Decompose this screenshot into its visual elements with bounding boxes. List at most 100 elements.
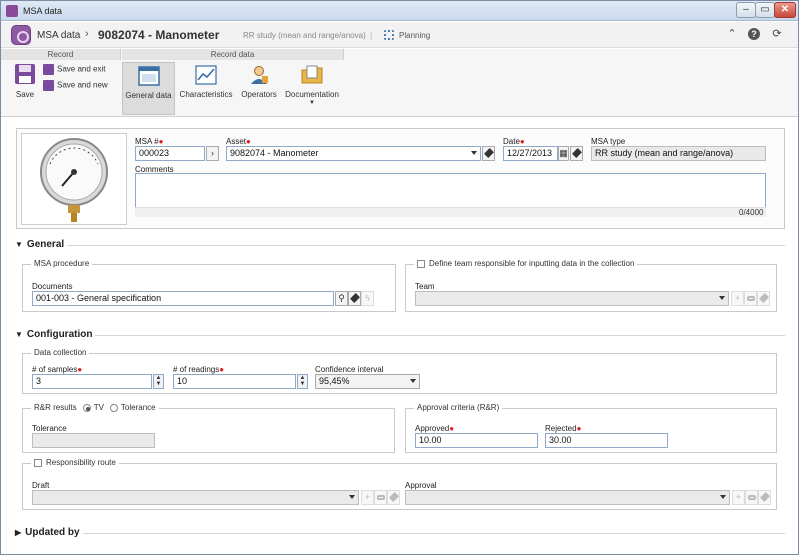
team-view-button[interactable] [744, 291, 757, 306]
asset-edit-button[interactable] [482, 146, 495, 161]
expand-down-icon: ▼ [15, 330, 23, 339]
asset-photo [21, 133, 127, 225]
general-divider [67, 245, 785, 246]
draft-add-button[interactable]: + [361, 490, 374, 505]
tab-documentation[interactable]: Documentation ▼ [284, 65, 340, 117]
maximize-button[interactable]: ▭ [755, 2, 775, 18]
rr-results-group: R&R results TV Tolerance Tolerance [22, 403, 395, 453]
required-icon: ● [219, 365, 225, 374]
documents-action-button[interactable]: ϟ [361, 291, 374, 306]
configuration-section-header[interactable]: ▼ Configuration [15, 329, 92, 340]
rejected-label: Rejected● [545, 424, 581, 433]
responsibility-route-checkbox[interactable] [34, 458, 42, 467]
save-and-new-button[interactable]: Save and new [43, 80, 108, 91]
confidence-interval-select[interactable]: 95,45% [315, 374, 420, 389]
asset-label-text: Asset [226, 137, 247, 146]
breadcrumb-module[interactable]: MSA data [37, 30, 80, 41]
breadcrumb-separator-icon: › [85, 28, 89, 40]
next-number-button[interactable]: › [206, 146, 219, 161]
msa-procedure-group: MSA procedure Documents 001-003 - Genera… [22, 259, 396, 312]
save-and-exit-button[interactable]: Save and exit [43, 64, 105, 75]
team-label: Team [415, 282, 435, 291]
confidence-interval-label: Confidence interval [315, 365, 384, 374]
tab-operators[interactable]: Operators [238, 65, 280, 115]
approval-select[interactable] [405, 490, 730, 505]
expand-right-icon: ▶ [15, 528, 22, 537]
readings-stepper[interactable]: ▲ ▼ [297, 374, 308, 389]
close-button[interactable]: ✕ [774, 2, 796, 18]
draft-select[interactable] [32, 490, 359, 505]
refresh-icon[interactable]: ⟳ [770, 27, 784, 41]
draft-clear-button[interactable] [387, 490, 400, 505]
updated-by-section-header[interactable]: ▶ Updated by [15, 527, 80, 538]
window-title: MSA data [23, 6, 63, 16]
brush-icon [349, 293, 360, 303]
decrement-icon[interactable]: ▼ [298, 381, 307, 387]
save-button[interactable]: Save [7, 63, 43, 113]
rr-results-label: R&R results [34, 403, 77, 412]
team-add-button[interactable]: + [731, 291, 744, 306]
samples-field[interactable]: 3 [32, 374, 152, 389]
readings-field[interactable]: 10 [173, 374, 296, 389]
samples-label-text: # of samples [32, 365, 78, 374]
approval-clear-button[interactable] [758, 490, 771, 505]
decrement-icon[interactable]: ▼ [154, 381, 163, 387]
msa-data-window: MSA data – ▭ ✕ MSA data › 9082074 - Mano… [0, 0, 799, 555]
tab-characteristics[interactable]: Characteristics [178, 65, 234, 115]
window-titlebar: MSA data – ▭ ✕ [1, 1, 798, 21]
general-section-header[interactable]: ▼ General [15, 239, 64, 250]
minimize-button[interactable]: – [736, 2, 756, 18]
documents-field[interactable]: 001-003 - General specification [32, 291, 334, 306]
msa-type-field: RR study (mean and range/anova) [591, 146, 766, 161]
chevron-down-icon [471, 151, 477, 155]
save-and-new-label: Save and new [57, 80, 108, 90]
tv-option-label[interactable]: TV [94, 403, 104, 412]
approval-view-button[interactable] [745, 490, 758, 505]
documents-label: Documents [32, 282, 73, 291]
tolerance-radio[interactable] [109, 403, 118, 412]
team-select[interactable] [415, 291, 729, 306]
configuration-divider [95, 335, 785, 336]
save-exit-icon [43, 64, 54, 75]
tv-radio[interactable] [82, 403, 91, 412]
define-team-checkbox[interactable] [417, 259, 425, 268]
chevron-down-icon [720, 495, 726, 499]
chevron-down-icon [719, 296, 725, 300]
draft-view-button[interactable] [374, 490, 387, 505]
tab-general-data[interactable]: General data [122, 62, 175, 115]
msa-number-field[interactable]: 000023 [135, 146, 205, 161]
collapse-icon[interactable]: ⌃ [725, 27, 739, 41]
define-team-checkbox-row[interactable]: Define team responsible for inputting da… [414, 259, 638, 268]
asset-select[interactable]: 9082074 - Manometer [226, 146, 481, 161]
approved-field[interactable]: 10.00 [415, 433, 538, 448]
brush-icon [388, 492, 399, 502]
planning-status[interactable]: Planning [399, 31, 430, 40]
documents-clear-button[interactable] [348, 291, 361, 306]
date-field[interactable]: 12/27/2013 [503, 146, 558, 161]
samples-stepper[interactable]: ▲ ▼ [153, 374, 164, 389]
header-divider: | [370, 30, 373, 40]
brush-icon [571, 148, 582, 158]
tolerance-option-label[interactable]: Tolerance [121, 403, 156, 412]
calendar-button[interactable]: ▦ [558, 146, 569, 161]
approval-add-button[interactable]: + [732, 490, 745, 505]
form-content: MSA #● 000023 › Asset ● 9082074 - Manomet… [1, 118, 798, 554]
readings-label: # of readings● [173, 365, 224, 374]
responsibility-route-checkbox-row[interactable]: Responsibility route [31, 458, 119, 467]
msa-procedure-legend: MSA procedure [31, 259, 93, 268]
documents-search-button[interactable]: ⚲ [335, 291, 348, 306]
updated-by-divider [83, 533, 785, 534]
help-icon[interactable]: ? [748, 28, 760, 40]
date-clear-button[interactable] [570, 146, 583, 161]
msa-number-label: MSA #● [135, 137, 163, 146]
team-clear-button[interactable] [757, 291, 770, 306]
record-header: MSA data › 9082074 - Manometer RR study … [1, 22, 798, 48]
msa-number-label-text: MSA # [135, 137, 159, 146]
binoculars-icon [747, 495, 756, 500]
data-collection-legend: Data collection [31, 348, 90, 357]
rejected-field[interactable]: 30.00 [545, 433, 668, 448]
app-icon [6, 5, 18, 17]
plus-icon: + [364, 492, 371, 502]
tolerance-field [32, 433, 155, 448]
approved-label: Approved● [415, 424, 454, 433]
